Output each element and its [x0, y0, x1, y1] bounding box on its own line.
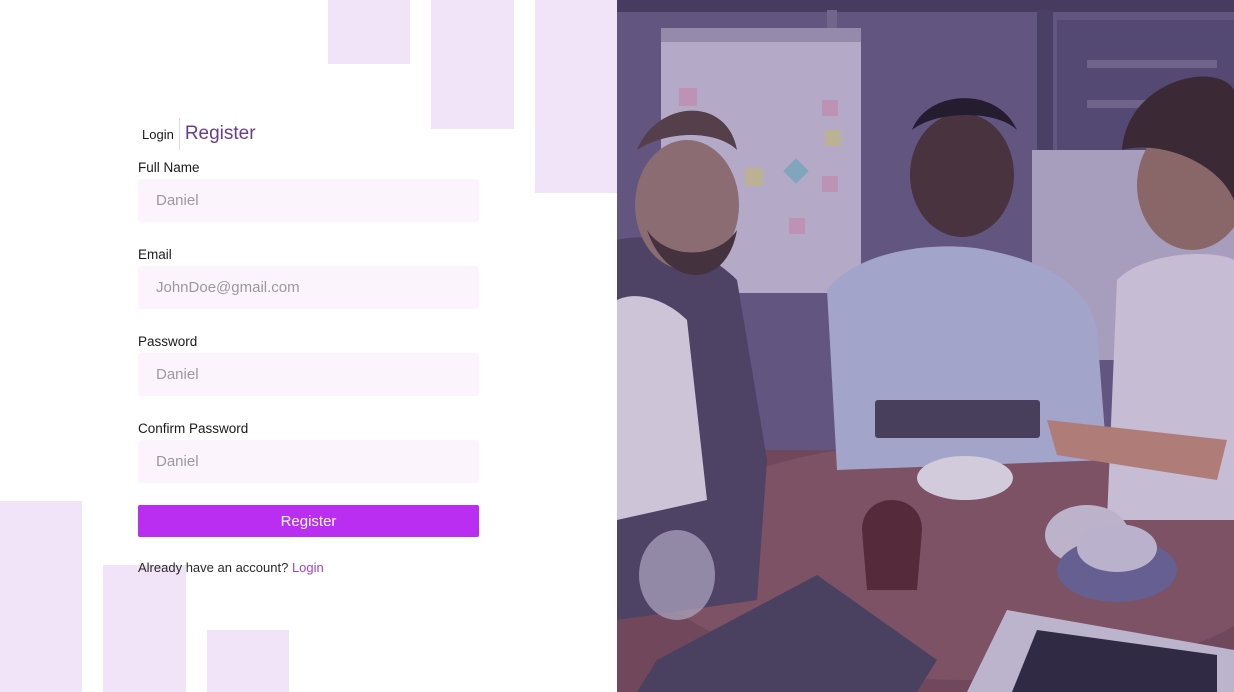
- full-name-input[interactable]: [138, 179, 479, 222]
- decor-block: [535, 0, 617, 193]
- password-input[interactable]: [138, 353, 479, 396]
- auth-tabs: Login Register: [142, 118, 256, 150]
- email-label: Email: [138, 247, 172, 262]
- decor-block: [103, 565, 186, 692]
- confirm-password-group: Confirm Password: [138, 419, 479, 506]
- login-link[interactable]: Login: [292, 560, 324, 575]
- decor-block: [328, 0, 410, 64]
- password-label: Password: [138, 334, 198, 349]
- tab-login[interactable]: Login: [142, 127, 174, 142]
- login-prompt: Already have an account? Login: [138, 560, 324, 575]
- tab-register[interactable]: Register: [185, 123, 256, 145]
- tab-divider: [178, 118, 180, 150]
- full-name-group: Full Name: [138, 158, 479, 245]
- decor-block: [0, 501, 82, 692]
- team-meeting-photo: [617, 0, 1234, 692]
- register-form: Full Name Email Password Confirm Passwor…: [138, 158, 479, 506]
- register-button[interactable]: Register: [138, 505, 479, 537]
- form-pane: Login Register Full Name Email Password …: [0, 0, 617, 692]
- decor-block: [207, 630, 289, 692]
- decor-block: [431, 0, 514, 129]
- email-group: Email: [138, 245, 479, 332]
- confirm-password-input[interactable]: [138, 440, 479, 483]
- confirm-password-label: Confirm Password: [138, 421, 249, 436]
- hero-image: [617, 0, 1234, 692]
- email-input[interactable]: [138, 266, 479, 309]
- password-group: Password: [138, 332, 479, 419]
- full-name-label: Full Name: [138, 160, 200, 175]
- login-prompt-text: Already have an account?: [138, 560, 289, 575]
